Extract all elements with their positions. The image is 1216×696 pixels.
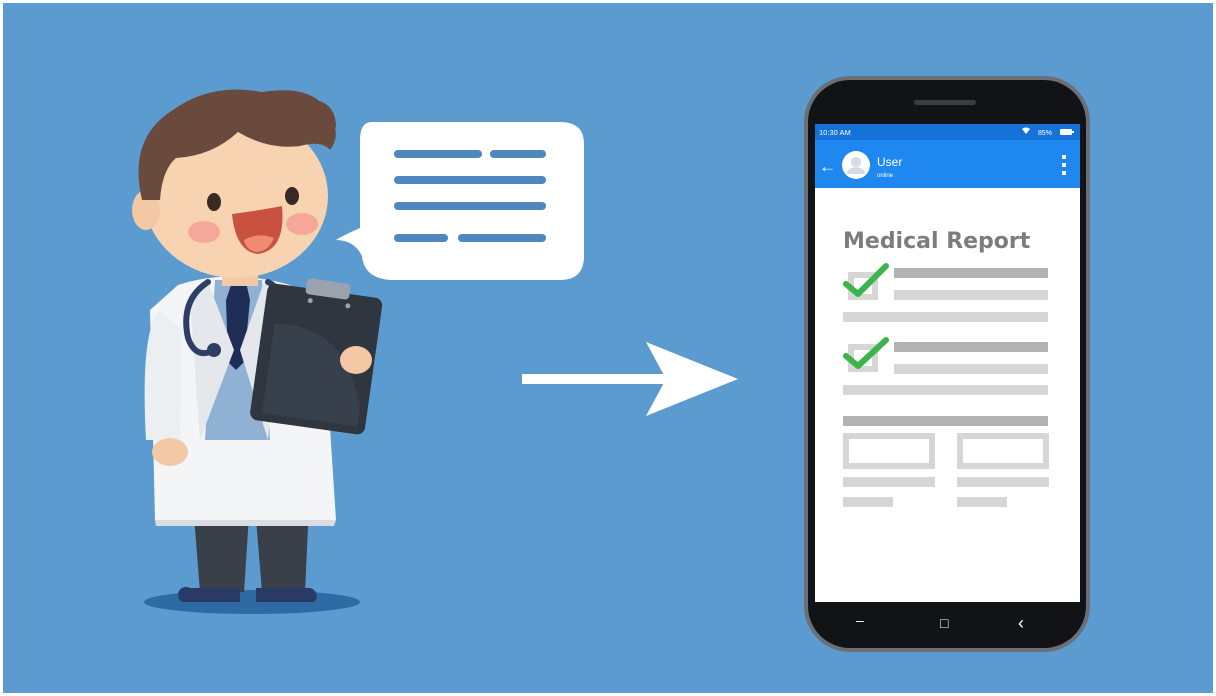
- speech-bubble-icon: [336, 122, 584, 280]
- back-arrow-icon[interactable]: ←: [819, 157, 836, 176]
- illustration-canvas: 10:30 AM 85% ← User online Medical Repor…: [3, 3, 1213, 693]
- nav-recents-button[interactable]: –: [856, 612, 864, 628]
- nav-home-button[interactable]: □: [940, 615, 949, 631]
- battery-percent: 85%: [1038, 130, 1052, 137]
- chat-user-name: User: [877, 155, 902, 169]
- report-title: Medical Report: [843, 229, 1031, 254]
- chat-user-status: online: [877, 173, 894, 179]
- battery-icon: [1060, 129, 1074, 135]
- more-vert-icon[interactable]: [1062, 155, 1066, 175]
- smartphone: 10:30 AM 85% ← User online Medical Repor…: [804, 76, 1090, 652]
- status-time: 10:30 AM: [819, 128, 851, 137]
- nav-back-button[interactable]: ‹: [1018, 613, 1024, 633]
- avatar-icon: [842, 151, 870, 179]
